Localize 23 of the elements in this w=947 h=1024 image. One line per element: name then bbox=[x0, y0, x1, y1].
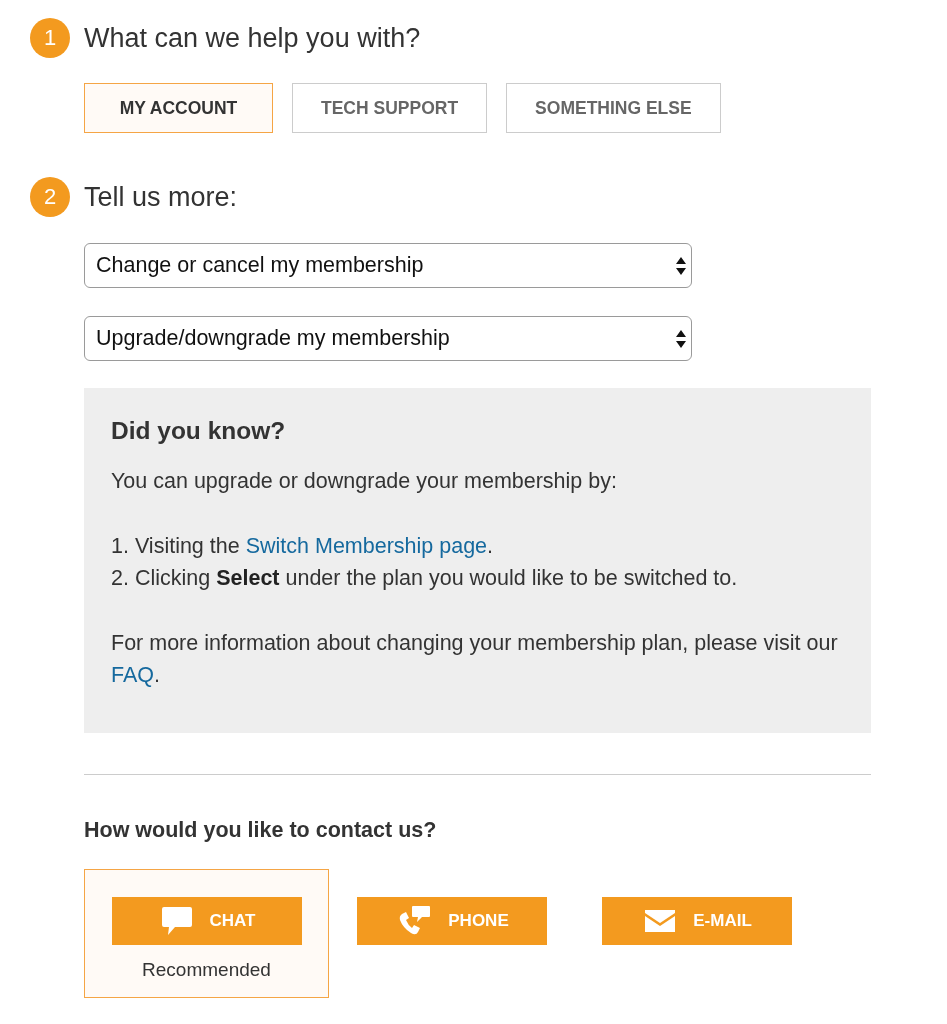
info-list-item: 2. Clicking Select under the plan you would like to be switched to. bbox=[111, 565, 739, 592]
info-paragraph: You can upgrade or downgrade your membership by: bbox=[111, 468, 618, 495]
step-title: What can we help you with? bbox=[84, 22, 421, 54]
envelope-icon bbox=[645, 910, 676, 932]
info-paragraph: For more information about changing your membership plan, please visit our FAQ. bbox=[111, 630, 839, 689]
phone-with-speech-bubble-icon bbox=[398, 906, 431, 936]
step-number: 1 bbox=[30, 18, 70, 58]
up-down-arrows-icon bbox=[676, 329, 686, 348]
faq-link[interactable]: FAQ bbox=[111, 663, 154, 687]
recommended-note: Recommended bbox=[142, 959, 271, 981]
contact-title: How would you like to contact us? bbox=[84, 818, 438, 842]
switch-membership-link[interactable]: Switch Membership page bbox=[245, 534, 488, 558]
step-title: Tell us more: bbox=[84, 181, 238, 213]
category-button[interactable]: SOMETHING ELSE bbox=[506, 83, 721, 133]
dropdown-select[interactable]: Change or cancel my membership bbox=[84, 243, 692, 288]
category-button[interactable]: TECH SUPPORT bbox=[292, 83, 488, 133]
info-list-item: 1. Visiting the Switch Membership page. bbox=[111, 533, 495, 560]
step-number: 2 bbox=[30, 177, 70, 217]
speech-bubble-icon bbox=[161, 907, 192, 935]
category-button[interactable]: MY ACCOUNT bbox=[84, 83, 273, 133]
info-title: Did you know? bbox=[111, 417, 287, 445]
up-down-arrows-icon bbox=[676, 256, 686, 275]
dropdown-select[interactable]: Upgrade/downgrade my membership bbox=[84, 316, 692, 361]
